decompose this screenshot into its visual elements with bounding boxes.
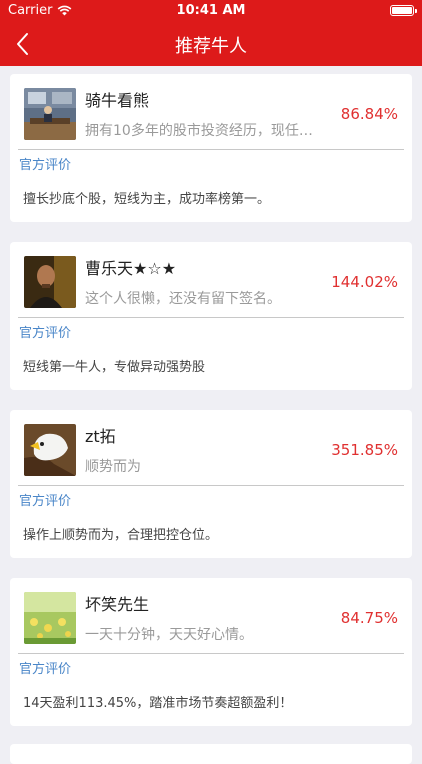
trader-bio: 这个人很懒，还没有留下签名。 bbox=[85, 291, 281, 307]
trader-bio: 顺势而为 bbox=[85, 459, 141, 475]
trader-card[interactable]: 曹乐天★☆★ 这个人很懒，还没有留下签名。 144.02% 官方评价 短线第一牛… bbox=[10, 242, 412, 390]
status-time: 10:41 AM bbox=[176, 3, 246, 18]
official-review-label: 官方评价 bbox=[19, 494, 72, 509]
next-card-peek bbox=[10, 744, 412, 764]
divider bbox=[18, 149, 404, 150]
official-review-text: 操作上顺势而为，合理把控仓位。 bbox=[23, 528, 219, 543]
divider bbox=[18, 485, 404, 486]
trader-bio: 拥有10多年的股市投资经历，现任某大型私募基金经理。 bbox=[85, 123, 325, 139]
return-percent: 86.84% bbox=[340, 105, 398, 123]
trader-card[interactable]: 骑牛看熊 拥有10多年的股市投资经历，现任某大型私募基金经理。 86.84% 官… bbox=[10, 74, 412, 222]
trader-name: 曹乐天★☆★ bbox=[85, 259, 177, 278]
official-review-label: 官方评价 bbox=[19, 662, 72, 677]
return-percent: 84.75% bbox=[340, 609, 398, 627]
official-review-text: 短线第一牛人，专做异动强势股 bbox=[23, 360, 206, 375]
avatar[interactable] bbox=[24, 88, 76, 140]
avatar[interactable] bbox=[24, 256, 76, 308]
header: Carrier 10:41 AM 推荐牛人 bbox=[0, 0, 422, 66]
trader-card[interactable]: zt拓 顺势而为 351.85% 官方评价 操作上顺势而为，合理把控仓位。 bbox=[10, 410, 412, 558]
trader-card[interactable]: 坏笑先生 一天十分钟，天天好心情。 84.75% 官方评价 14天盈利113.4… bbox=[10, 578, 412, 726]
official-review-label: 官方评价 bbox=[19, 158, 72, 173]
avatar[interactable] bbox=[24, 424, 76, 476]
battery-icon bbox=[390, 5, 417, 16]
nav-bar: 推荐牛人 bbox=[0, 22, 422, 66]
page-title: 推荐牛人 bbox=[175, 36, 247, 57]
status-bar: Carrier 10:41 AM bbox=[0, 0, 422, 22]
return-percent: 351.85% bbox=[331, 441, 398, 459]
official-review-text: 擅长抄底个股，短线为主，成功率榜第一。 bbox=[23, 192, 271, 207]
divider bbox=[18, 317, 404, 318]
official-review-label: 官方评价 bbox=[19, 326, 72, 341]
trader-bio: 一天十分钟，天天好心情。 bbox=[85, 627, 253, 643]
divider bbox=[18, 653, 404, 654]
return-percent: 144.02% bbox=[331, 273, 398, 291]
trader-name: 坏笑先生 bbox=[85, 595, 150, 614]
avatar[interactable] bbox=[24, 592, 76, 644]
trader-name: 骑牛看熊 bbox=[85, 91, 150, 110]
official-review-text: 14天盈利113.45%，踏准市场节奏超额盈利！ bbox=[23, 696, 293, 711]
trader-list[interactable]: 骑牛看熊 拥有10多年的股市投资经历，现任某大型私募基金经理。 86.84% 官… bbox=[0, 66, 422, 750]
trader-name: zt拓 bbox=[85, 427, 116, 446]
